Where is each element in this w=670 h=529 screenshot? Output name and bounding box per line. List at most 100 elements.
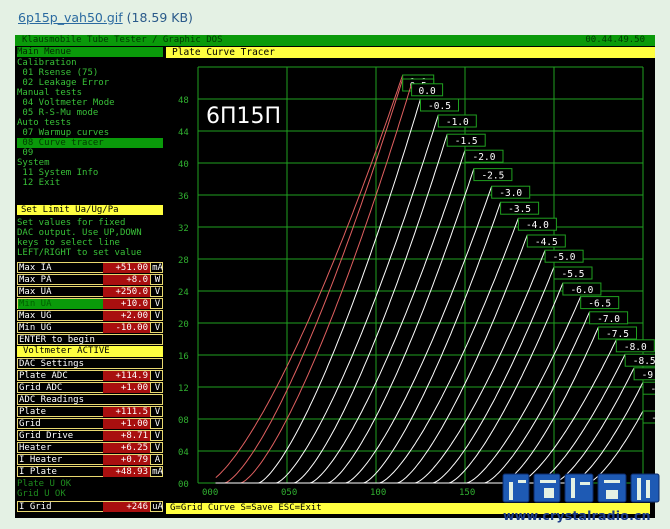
adc-row[interactable]: Heater +6.25 V [17,442,163,453]
menu-item[interactable]: 12 Exit [17,178,163,188]
limit-row[interactable]: Max UA +250.0 V [17,286,163,297]
curve-label-text: -9.0 [642,370,655,381]
curve-label: -6.5 [580,296,620,310]
curve-label-text: -5.5 [562,269,585,280]
file-link[interactable]: 6p15p_vah50.gif [18,10,123,25]
dac-row[interactable]: Grid ADC +1.00 V [17,382,163,393]
curve-label-text: -4.5 [535,237,558,248]
curve-label-text: -2.0 [473,152,496,163]
curve-label: -0.5 [420,98,459,112]
dac-row-label: Grid ADC [18,383,104,393]
x-tick-label: 150 [459,488,475,498]
adc-row-unit: A [154,455,161,465]
dac-row[interactable]: Plate ADC +114.9 V [17,370,163,381]
menu-item[interactable]: 01 Rsense (75) [17,68,163,78]
menu-item[interactable]: 02 Leakage Error [17,78,163,88]
adc-readings-title: ADC Readings [17,394,163,405]
help-text: LEFT/RIGHT to set value [17,248,142,258]
plate-curve-chart: 48444036322824201612080400000 050 100 1506П… [166,59,655,503]
limit-row[interactable]: Max IA +51.00 mA [17,262,163,273]
y-tick-label: 12 [178,384,189,394]
limit-row-label: Max UG [18,311,104,321]
adc-row-unit: V [154,431,161,441]
curve-label: -7.0 [589,311,629,325]
curve-label-text: -3.0 [499,188,522,199]
menu-item[interactable]: 09 [17,148,163,158]
limit-row-value: -10.00 [103,323,151,333]
limit-row-value: +250.0 [103,287,151,297]
curve-label-text: -6.5 [588,299,611,310]
menu-section: Calibration [17,58,77,68]
watermark-logo [502,473,660,503]
curve-label: -3.5 [500,201,540,215]
curve-label-text: -2.5 [481,171,504,182]
menu-item[interactable]: 08 Curve tracer [17,138,163,148]
adc-row-unit: V [154,443,161,453]
main-menu-header: Main Menue [17,47,163,57]
file-caption: 6p15p_vah50.gif (18.59 KB) [18,10,193,25]
curve-label-text: -10.0 [651,413,655,424]
limit-row-unit: V [154,299,161,309]
adc-row[interactable]: Plate +111.5 V [17,406,163,417]
curve-label-text: -1.5 [455,136,478,147]
set-limit-header: Set Limit Ua/Ug/Pa [17,205,163,215]
adc-row[interactable]: Grid Drive +8.71 V [17,430,163,441]
curve-label-text: -8.0 [624,342,647,353]
dac-row-unit: V [154,383,161,393]
curve-label: -10.0 [642,410,655,424]
enter-to-begin: ENTER to begin [17,334,163,345]
window-title: Klausmobile Tube Tester / Graphic DOS [22,35,223,45]
limit-row-value: +51.00 [103,263,151,273]
y-tick-label: 32 [178,224,189,234]
limit-row[interactable]: Min UA +10.0 V [17,298,163,309]
menu-item[interactable]: 07 Warmup curves [17,128,163,138]
y-tick-label: 04 [178,448,189,458]
curve-label-text: -4.0 [526,220,549,231]
limit-row-unit: mA [152,263,163,273]
dac-row-value: +114.9 [103,371,151,381]
curve-label: -1.0 [437,114,477,128]
menu-item[interactable]: 05 R-S-Mu mode [17,108,163,118]
curve-label: -8.0 [615,339,655,353]
limit-row[interactable]: Max UG +2.00 V [17,310,163,321]
adc-row[interactable]: Grid +1.00 V [17,418,163,429]
adc-row[interactable]: I Plate +48.93 mA [17,466,163,477]
y-tick-label: 24 [178,288,189,298]
y-tick-label: 00 [178,480,189,490]
status-text: Plate U OK [17,479,72,489]
limit-row-unit: V [154,323,161,333]
curve-label-text: 0.0 [419,86,436,97]
limit-row[interactable]: Max PA +8.0 W [17,274,163,285]
curve-label-text: -8.5 [633,356,655,367]
curve-label: -9.5 [642,381,655,395]
adc-row-value: +1.00 [103,419,151,429]
x-tick-label: 000 [202,488,218,498]
curve-label-text: -3.5 [508,204,531,215]
adc-row-label: I Plate [18,467,104,477]
y-tick-label: 16 [178,352,189,362]
plot-panel: Plate Curve Tracer 48 44 40 36 32 28 24 20 16 12 0… [166,47,655,518]
menu-section: Manual tests [17,88,83,98]
adc-row-label: Plate [18,407,104,417]
dac-settings-title: DAC Settings [17,358,163,369]
menu-item[interactable]: 11 System Info [17,168,163,178]
dac-row-unit: V [154,371,161,381]
curve-label-text: -6.0 [570,285,593,296]
watermark: www.crystalradio.cn [500,470,662,526]
limit-row[interactable]: Min UG -10.00 V [17,322,163,333]
igrid-row[interactable]: I Grid +246 uA [17,501,163,512]
file-size: (18.59 KB) [126,10,193,25]
adc-row-label: Heater [18,443,104,453]
help-text: keys to select line [17,238,120,248]
igrid-row-label: I Grid [18,502,104,512]
y-tick-label: 08 [178,416,189,426]
menu-item[interactable]: 04 Voltmeter Mode [17,98,163,108]
adc-row[interactable]: I Heater +0.79 A [17,454,163,465]
curve-label: -5.0 [544,249,584,263]
adc-row-value: +48.93 [103,467,151,477]
x-tick-label: 100 [370,488,386,498]
curve-label: -4.0 [517,217,557,231]
curve-label: -3.0 [491,185,531,199]
adc-row-label: I Heater [18,455,104,465]
limit-row-value: +2.00 [103,311,151,321]
